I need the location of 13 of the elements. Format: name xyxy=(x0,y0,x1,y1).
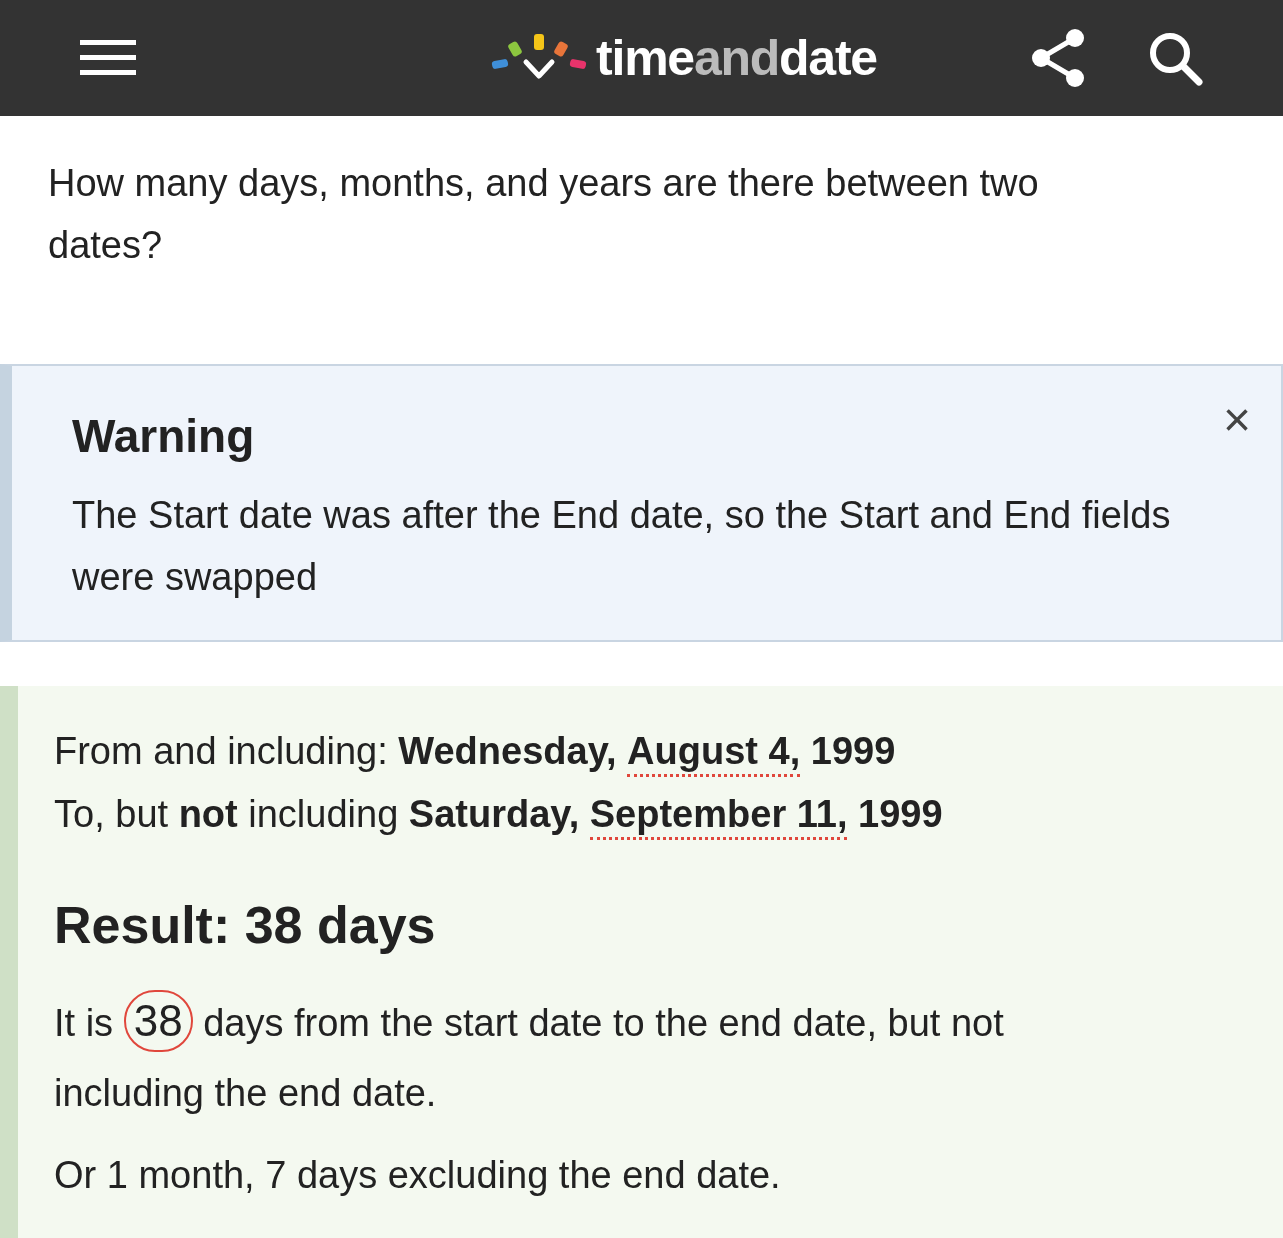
result-heading: Result: 38 days xyxy=(54,895,437,956)
menu-icon[interactable] xyxy=(80,38,136,78)
close-button[interactable]: × xyxy=(1222,396,1251,444)
logo-wordmark[interactable]: timeanddate xyxy=(596,33,877,83)
date-line: From and including: Wednesday, August 4, 1999 xyxy=(54,720,1163,783)
result-text: Or 1 month, 7 days excluding the end date. xyxy=(54,1153,782,1198)
warning-message: The Start date was after the End date, so the Start and End fields were swapped xyxy=(72,493,1172,600)
warning-title: Warning xyxy=(72,409,256,464)
search-icon[interactable] xyxy=(1147,30,1203,86)
date-line: To, but not including Saturday, September 11, 1999 xyxy=(54,783,1163,846)
share-icon[interactable] xyxy=(1031,28,1087,88)
intro-text: How many days, months, and years are there between two dates? xyxy=(47,161,1040,268)
result-text: It is 38 days from the start date to the end date, but not including the end date. xyxy=(54,988,1163,1128)
